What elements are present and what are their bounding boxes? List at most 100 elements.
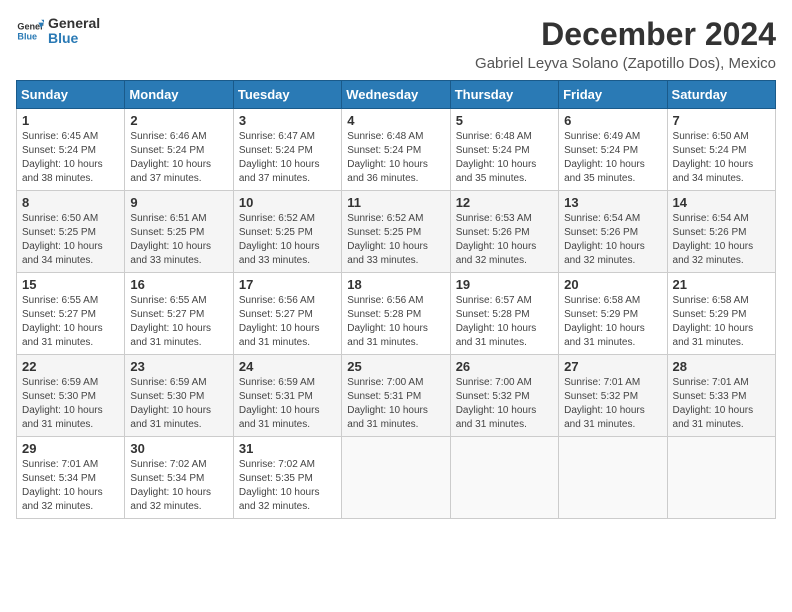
day-number: 25 <box>347 359 444 374</box>
calendar-cell <box>342 437 450 519</box>
calendar-cell: 31 Sunrise: 7:02 AMSunset: 5:35 PMDayligh… <box>233 437 341 519</box>
day-number: 3 <box>239 113 336 128</box>
day-info: Sunrise: 6:59 AMSunset: 5:30 PMDaylight:… <box>22 376 119 432</box>
calendar-cell: 30Sunrise: 7:02 AMSunset: 5:34 PMDayligh… <box>125 437 233 519</box>
calendar-week-2: 8 Sunrise: 6:50 AMSunset: 5:25 PMDaylight… <box>17 191 776 273</box>
day-header-thursday: Thursday <box>450 81 558 109</box>
calendar-cell: 13Sunrise: 6:54 AMSunset: 5:26 PMDayligh… <box>559 191 667 273</box>
calendar-cell: 15 Sunrise: 6:55 AMSunset: 5:27 PMDayligh… <box>17 273 125 355</box>
day-info: Sunrise: 6:46 AMSunset: 5:24 PMDaylight:… <box>130 130 227 186</box>
day-number: 16 <box>130 277 227 292</box>
day-number: 1 <box>22 113 119 128</box>
calendar-cell: 4 Sunrise: 6:48 AMSunset: 5:24 PMDaylight… <box>342 109 450 191</box>
day-header-friday: Friday <box>559 81 667 109</box>
day-number: 23 <box>130 359 227 374</box>
day-info: Sunrise: 6:45 AMSunset: 5:24 PMDaylight:… <box>22 130 119 186</box>
calendar-cell: 2 Sunrise: 6:46 AMSunset: 5:24 PMDaylight… <box>125 109 233 191</box>
calendar-cell: 6 Sunrise: 6:49 AMSunset: 5:24 PMDaylight… <box>559 109 667 191</box>
day-info: Sunrise: 6:58 AMSunset: 5:29 PMDaylight:… <box>564 294 661 350</box>
calendar-cell: 12 Sunrise: 6:53 AMSunset: 5:26 PMDayligh… <box>450 191 558 273</box>
day-info: Sunrise: 6:51 AMSunset: 5:25 PMDaylight:… <box>130 212 227 268</box>
calendar-cell: 19 Sunrise: 6:57 AMSunset: 5:28 PMDayligh… <box>450 273 558 355</box>
day-info: Sunrise: 7:02 AMSunset: 5:34 PMDaylight:… <box>130 458 227 514</box>
calendar-cell: 18 Sunrise: 6:56 AMSunset: 5:28 PMDayligh… <box>342 273 450 355</box>
day-number: 31 <box>239 441 336 456</box>
day-number: 26 <box>456 359 553 374</box>
day-info: Sunrise: 6:48 AMSunset: 5:24 PMDaylight:… <box>347 130 444 186</box>
calendar-cell: 28 Sunrise: 7:01 AMSunset: 5:33 PMDayligh… <box>667 355 775 437</box>
day-info: Sunrise: 6:55 AMSunset: 5:27 PMDaylight:… <box>22 294 119 350</box>
calendar-table: SundayMondayTuesdayWednesdayThursdayFrid… <box>16 80 776 519</box>
day-number: 6 <box>564 113 661 128</box>
day-info: Sunrise: 7:02 AMSunset: 5:35 PMDaylight:… <box>239 458 336 514</box>
logo-icon: General Blue <box>16 17 44 45</box>
calendar-cell: 1 Sunrise: 6:45 AMSunset: 5:24 PMDaylight… <box>17 109 125 191</box>
calendar-cell: 5 Sunrise: 6:48 AMSunset: 5:24 PMDaylight… <box>450 109 558 191</box>
header: General Blue General Blue December 2024 … <box>16 16 776 72</box>
day-number: 15 <box>22 277 119 292</box>
day-number: 8 <box>22 195 119 210</box>
day-header-wednesday: Wednesday <box>342 81 450 109</box>
day-number: 4 <box>347 113 444 128</box>
logo-text-blue: Blue <box>48 31 100 46</box>
day-info: Sunrise: 6:50 AMSunset: 5:24 PMDaylight:… <box>673 130 770 186</box>
calendar-cell: 9Sunrise: 6:51 AMSunset: 5:25 PMDaylight… <box>125 191 233 273</box>
day-number: 22 <box>22 359 119 374</box>
day-info: Sunrise: 6:59 AMSunset: 5:31 PMDaylight:… <box>239 376 336 432</box>
calendar-cell: 22 Sunrise: 6:59 AMSunset: 5:30 PMDayligh… <box>17 355 125 437</box>
calendar-week-4: 22 Sunrise: 6:59 AMSunset: 5:30 PMDayligh… <box>17 355 776 437</box>
day-info: Sunrise: 6:56 AMSunset: 5:28 PMDaylight:… <box>347 294 444 350</box>
day-number: 27 <box>564 359 661 374</box>
calendar-cell: 27 Sunrise: 7:01 AMSunset: 5:32 PMDayligh… <box>559 355 667 437</box>
day-number: 11 <box>347 195 444 210</box>
day-info: Sunrise: 6:54 AMSunset: 5:26 PMDaylight:… <box>673 212 770 268</box>
day-info: Sunrise: 6:53 AMSunset: 5:26 PMDaylight:… <box>456 212 553 268</box>
calendar-cell: 23 Sunrise: 6:59 AMSunset: 5:30 PMDayligh… <box>125 355 233 437</box>
logo: General Blue General Blue <box>16 16 100 47</box>
day-info: Sunrise: 6:50 AMSunset: 5:25 PMDaylight:… <box>22 212 119 268</box>
day-info: Sunrise: 6:48 AMSunset: 5:24 PMDaylight:… <box>456 130 553 186</box>
day-info: Sunrise: 6:59 AMSunset: 5:30 PMDaylight:… <box>130 376 227 432</box>
day-number: 19 <box>456 277 553 292</box>
day-number: 2 <box>130 113 227 128</box>
day-number: 7 <box>673 113 770 128</box>
day-info: Sunrise: 6:57 AMSunset: 5:28 PMDaylight:… <box>456 294 553 350</box>
calendar-week-3: 15 Sunrise: 6:55 AMSunset: 5:27 PMDayligh… <box>17 273 776 355</box>
day-info: Sunrise: 7:01 AMSunset: 5:32 PMDaylight:… <box>564 376 661 432</box>
calendar-cell: 26 Sunrise: 7:00 AMSunset: 5:32 PMDayligh… <box>450 355 558 437</box>
day-number: 12 <box>456 195 553 210</box>
day-number: 5 <box>456 113 553 128</box>
calendar-cell: 11Sunrise: 6:52 AMSunset: 5:25 PMDayligh… <box>342 191 450 273</box>
calendar-cell <box>559 437 667 519</box>
calendar-cell: 24Sunrise: 6:59 AMSunset: 5:31 PMDayligh… <box>233 355 341 437</box>
calendar-cell: 16 Sunrise: 6:55 AMSunset: 5:27 PMDayligh… <box>125 273 233 355</box>
day-number: 13 <box>564 195 661 210</box>
day-number: 18 <box>347 277 444 292</box>
day-info: Sunrise: 6:58 AMSunset: 5:29 PMDaylight:… <box>673 294 770 350</box>
day-number: 21 <box>673 277 770 292</box>
day-number: 20 <box>564 277 661 292</box>
day-info: Sunrise: 7:01 AMSunset: 5:33 PMDaylight:… <box>673 376 770 432</box>
calendar-cell: 7 Sunrise: 6:50 AMSunset: 5:24 PMDaylight… <box>667 109 775 191</box>
day-info: Sunrise: 6:47 AMSunset: 5:24 PMDaylight:… <box>239 130 336 186</box>
day-info: Sunrise: 6:55 AMSunset: 5:27 PMDaylight:… <box>130 294 227 350</box>
day-number: 28 <box>673 359 770 374</box>
day-number: 17 <box>239 277 336 292</box>
logo-text-general: General <box>48 16 100 31</box>
day-info: Sunrise: 7:01 AMSunset: 5:34 PMDaylight:… <box>22 458 119 514</box>
day-info: Sunrise: 7:00 AMSunset: 5:32 PMDaylight:… <box>456 376 553 432</box>
calendar-header-row: SundayMondayTuesdayWednesdayThursdayFrid… <box>17 81 776 109</box>
title-section: December 2024 Gabriel Leyva Solano (Zapo… <box>475 16 776 72</box>
calendar-cell: 14 Sunrise: 6:54 AMSunset: 5:26 PMDayligh… <box>667 191 775 273</box>
calendar-cell: 29Sunrise: 7:01 AMSunset: 5:34 PMDayligh… <box>17 437 125 519</box>
calendar-cell: 10Sunrise: 6:52 AMSunset: 5:25 PMDayligh… <box>233 191 341 273</box>
calendar-subtitle: Gabriel Leyva Solano (Zapotillo Dos), Me… <box>475 55 776 72</box>
day-header-saturday: Saturday <box>667 81 775 109</box>
calendar-cell: 8 Sunrise: 6:50 AMSunset: 5:25 PMDaylight… <box>17 191 125 273</box>
day-info: Sunrise: 7:00 AMSunset: 5:31 PMDaylight:… <box>347 376 444 432</box>
svg-text:Blue: Blue <box>17 32 37 42</box>
calendar-cell: 3 Sunrise: 6:47 AMSunset: 5:24 PMDaylight… <box>233 109 341 191</box>
calendar-cell: 17Sunrise: 6:56 AMSunset: 5:27 PMDayligh… <box>233 273 341 355</box>
day-info: Sunrise: 6:49 AMSunset: 5:24 PMDaylight:… <box>564 130 661 186</box>
day-number: 14 <box>673 195 770 210</box>
